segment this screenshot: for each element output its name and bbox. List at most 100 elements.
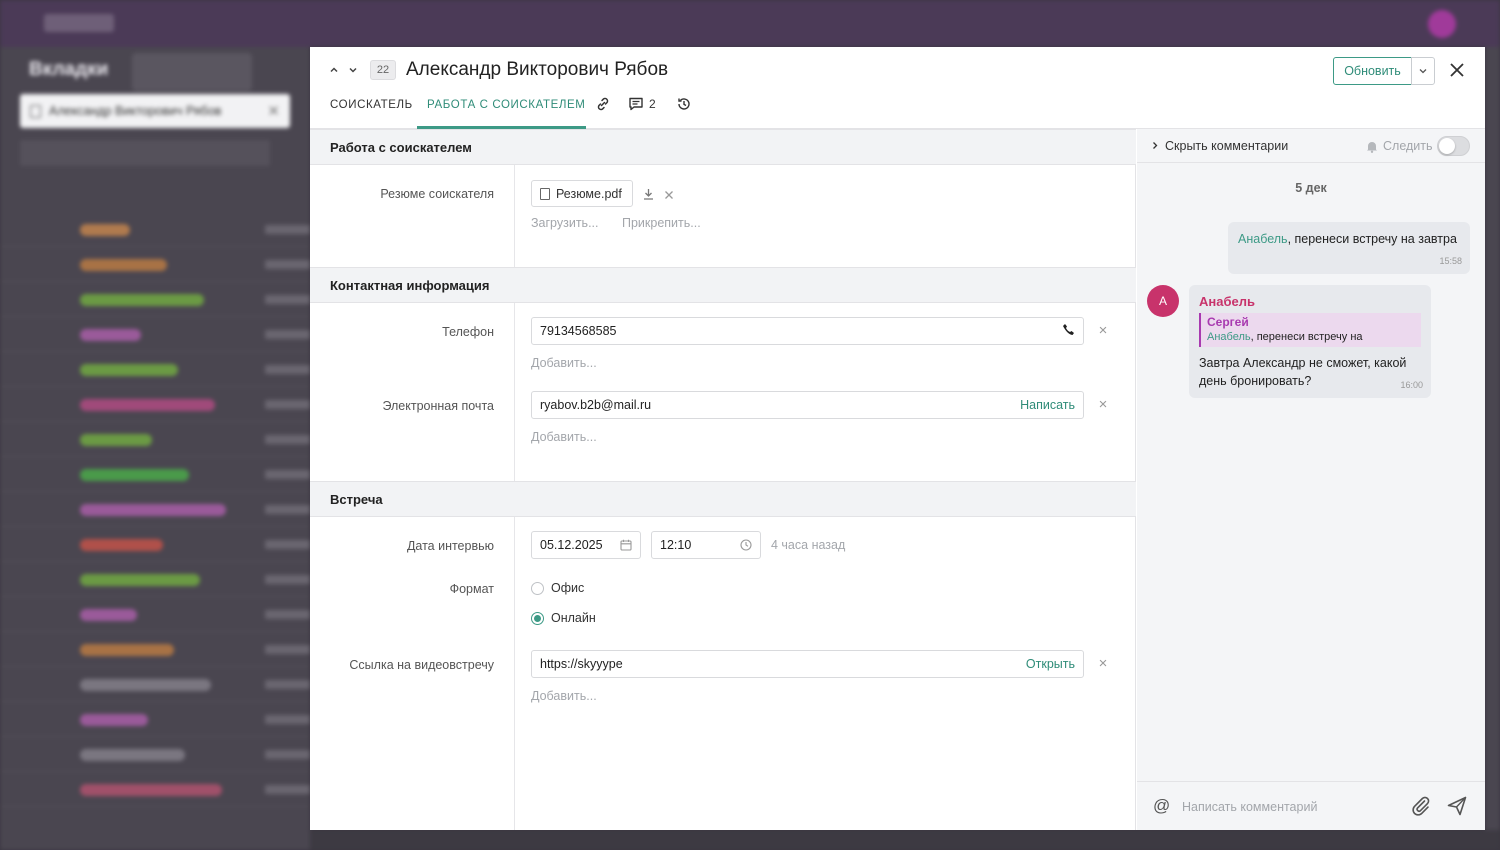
- message-text: Завтра Александр не сможет, какой день б…: [1199, 356, 1407, 388]
- close-modal-button[interactable]: [1446, 58, 1468, 82]
- background-row-text: [265, 470, 310, 479]
- format-office-label: Офис: [551, 581, 585, 595]
- tab-candidate[interactable]: СОИСКАТЕЛЬ: [330, 99, 413, 111]
- phone-icon: [1063, 324, 1074, 335]
- video-link-input[interactable]: https://skyyype Открыть: [531, 650, 1084, 678]
- background-row-text: [265, 400, 310, 409]
- background-row: [0, 282, 310, 317]
- background-row-tag: [80, 644, 174, 656]
- phone-value: 79134568585: [540, 324, 617, 338]
- prev-record-button[interactable]: [326, 62, 342, 78]
- background-row-text: [265, 540, 310, 549]
- interview-relative-time: 4 часа назад: [771, 538, 846, 552]
- background-row: [0, 632, 310, 667]
- record-id-badge: 22: [370, 60, 396, 80]
- link-icon: [597, 97, 609, 111]
- write-email-button[interactable]: Написать: [1020, 398, 1075, 412]
- attach-button[interactable]: [1410, 795, 1432, 820]
- interview-date-value: 05.12.2025: [540, 538, 603, 552]
- history-icon: [678, 98, 690, 110]
- sidebar-title: Вкладки: [29, 59, 109, 80]
- background-row-text: [265, 295, 310, 304]
- format-option-online[interactable]: Онлайн: [531, 611, 596, 625]
- interview-time-input[interactable]: 12:10: [651, 531, 761, 559]
- phone-input[interactable]: 79134568585: [531, 317, 1084, 345]
- update-dropdown-button[interactable]: [1411, 57, 1435, 85]
- open-tab-label: Александр Викторович Рябов: [49, 104, 222, 118]
- tab-links[interactable]: [595, 96, 611, 112]
- attach-link[interactable]: Прикрепить...: [622, 216, 701, 230]
- background-row: [0, 492, 310, 527]
- message-time: 16:00: [1400, 380, 1423, 390]
- background-row-text: [265, 750, 310, 759]
- background-row-tag: [80, 539, 163, 551]
- label-column: Резюме соискателя: [310, 165, 515, 267]
- background-row-text: [265, 260, 310, 269]
- hide-comments-button[interactable]: Скрыть комментарии: [1151, 139, 1288, 153]
- comment-input[interactable]: Написать комментарий: [1182, 800, 1317, 814]
- tab-history[interactable]: [676, 96, 692, 112]
- background-row-text: [265, 610, 310, 619]
- background-row-text: [265, 575, 310, 584]
- background-row-tag: [80, 294, 204, 306]
- background-row-tag: [80, 469, 189, 481]
- remove-email-button[interactable]: ×: [1097, 397, 1109, 412]
- download-icon[interactable]: [643, 188, 654, 200]
- chevron-right-icon: [1153, 142, 1158, 149]
- quote-author: Сергей: [1207, 315, 1249, 329]
- upload-link[interactable]: Загрузить...: [531, 216, 599, 230]
- background-right-edge: [1485, 47, 1500, 850]
- mention-button[interactable]: @: [1153, 796, 1170, 816]
- quote-mention: Анабель: [1207, 331, 1251, 343]
- open-link-button[interactable]: Открыть: [1026, 657, 1075, 671]
- section-work-header: Работа с соискателем: [310, 129, 1136, 165]
- remove-phone-button[interactable]: ×: [1097, 323, 1109, 338]
- follow-toggle[interactable]: [1437, 136, 1470, 156]
- close-icon: [1450, 63, 1464, 77]
- background-row-tag: [80, 364, 178, 376]
- section-contact-header: Контактная информация: [310, 267, 1136, 303]
- open-tab-chip: Александр Викторович Рябов ✕: [20, 94, 290, 128]
- section-meeting-header: Встреча: [310, 481, 1136, 517]
- paperclip-icon: [1412, 796, 1430, 816]
- comments-header: Скрыть комментарии Следить: [1137, 129, 1485, 163]
- chevron-down-icon: [349, 67, 357, 73]
- remove-video-link-button[interactable]: ×: [1097, 656, 1109, 671]
- app-top-bar: [0, 0, 1500, 47]
- send-button[interactable]: [1446, 795, 1468, 820]
- sidebar-search: [20, 140, 270, 166]
- remove-file-icon[interactable]: [664, 190, 674, 200]
- quoted-message[interactable]: Сергей Анабель, перенеси встречу на: [1199, 313, 1421, 347]
- add-phone-link[interactable]: Добавить...: [531, 356, 597, 370]
- background-row: [0, 387, 310, 422]
- background-row: [0, 667, 310, 702]
- user-avatar: [1428, 10, 1456, 38]
- comment-icon: [629, 97, 643, 111]
- call-button[interactable]: [1062, 323, 1075, 339]
- next-record-button[interactable]: [345, 62, 361, 78]
- background-row-tag: [80, 434, 152, 446]
- radio-on: [531, 611, 544, 625]
- add-video-link[interactable]: Добавить...: [531, 689, 597, 703]
- comments-panel: Скрыть комментарии Следить 5 дек Анабель…: [1137, 129, 1485, 830]
- mention[interactable]: Анабель: [1238, 232, 1288, 246]
- avatar: А: [1147, 285, 1179, 317]
- interview-date-input[interactable]: 05.12.2025: [531, 531, 641, 559]
- background-row-tag: [80, 504, 226, 516]
- interview-label: Дата интервью: [406, 539, 494, 553]
- background-row-text: [265, 365, 310, 374]
- document-icon: [540, 187, 550, 200]
- background-row-text: [265, 505, 310, 514]
- tab-comments[interactable]: 2: [628, 96, 656, 112]
- email-input[interactable]: ryabov.b2b@mail.ru Написать: [531, 391, 1084, 419]
- background-row-text: [265, 225, 310, 234]
- resume-file-chip[interactable]: Резюме.pdf: [531, 180, 633, 207]
- background-row-tag: [80, 259, 167, 271]
- add-email-link[interactable]: Добавить...: [531, 430, 597, 444]
- tab-work-with-candidate[interactable]: РАБОТА С СОИСКАТЕЛЕМ: [427, 99, 585, 111]
- update-button[interactable]: Обновить: [1333, 57, 1412, 85]
- background-row: [0, 457, 310, 492]
- comments-date: 5 дек: [1295, 181, 1327, 195]
- format-option-office[interactable]: Офис: [531, 581, 584, 595]
- label-column: Дата интервью Формат Ссылка на видеовстр…: [310, 517, 515, 830]
